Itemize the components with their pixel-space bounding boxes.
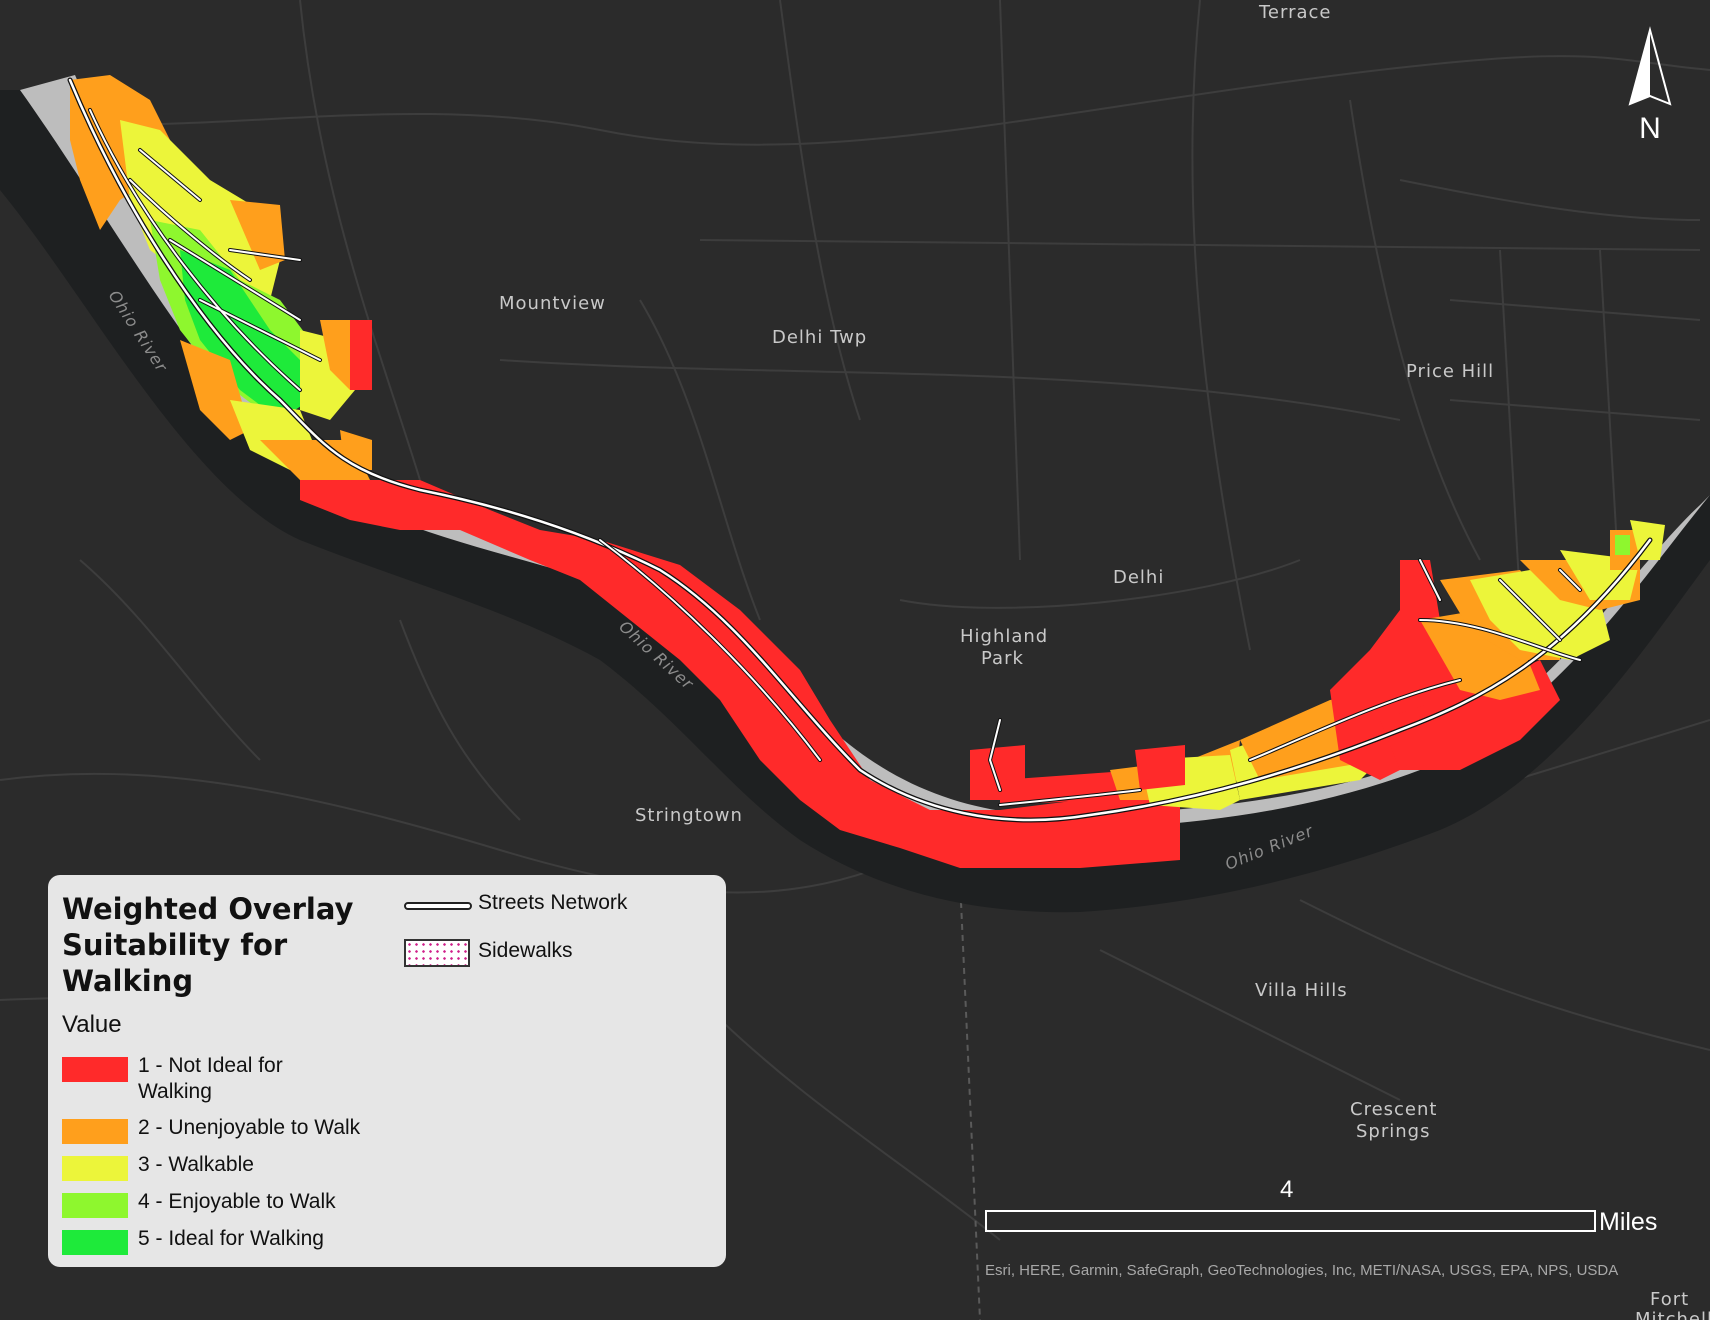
legend-swatch [62, 1119, 128, 1144]
scale-value: 4 [1280, 1176, 1294, 1203]
north-arrow: N [1620, 26, 1680, 146]
legend-class-label: 5 - Ideal for Walking [138, 1227, 324, 1250]
place-label-delhi-twp: Delhi Twp [772, 327, 867, 348]
legend-swatch [62, 1156, 128, 1181]
place-label-delhi: Delhi [1113, 567, 1164, 588]
streets-symbol [404, 902, 472, 910]
legend: Weighted Overlay Suitability for Walking… [48, 875, 726, 1267]
scale-unit: Miles [1599, 1208, 1658, 1236]
place-label-stringtown: Stringtown [635, 805, 743, 826]
scale-bar-rect [985, 1210, 1596, 1232]
legend-subtitle: Value [62, 1011, 122, 1038]
place-label-mitchell: Mitchell [1635, 1309, 1710, 1320]
place-label-crescent: Crescent [1350, 1099, 1437, 1120]
place-label-fort: Fort [1650, 1289, 1689, 1310]
legend-class-label: 3 - Walkable [138, 1153, 254, 1176]
north-label: N [1639, 112, 1661, 145]
legend-class-label: 2 - Unenjoyable to Walk [138, 1116, 361, 1139]
north-arrow-icon: N [1628, 26, 1672, 145]
place-label-terrace: Terrace [1258, 2, 1332, 23]
legend-class-label: 4 - Enjoyable to Walk [138, 1190, 336, 1213]
sidewalks-symbol [404, 939, 470, 967]
attribution: Esri, HERE, Garmin, SafeGraph, GeoTechno… [985, 1262, 1619, 1279]
place-label-park: Park [981, 648, 1024, 669]
place-label-price-hill: Price Hill [1406, 361, 1494, 382]
legend-swatch [62, 1230, 128, 1255]
place-label-mountview: Mountview [499, 293, 606, 314]
legend-swatch [62, 1057, 128, 1082]
legend-class-label: 1 - Not Ideal for Walking [138, 1054, 283, 1103]
sidewalks-label: Sidewalks [478, 939, 573, 962]
legend-title: Weighted Overlay Suitability for Walking [62, 892, 354, 998]
streets-label: Streets Network [478, 891, 628, 914]
place-label-villa-hills: Villa Hills [1255, 980, 1348, 1001]
place-label-highland: Highland [960, 626, 1048, 647]
place-label-springs: Springs [1356, 1121, 1430, 1142]
legend-swatch [62, 1193, 128, 1218]
